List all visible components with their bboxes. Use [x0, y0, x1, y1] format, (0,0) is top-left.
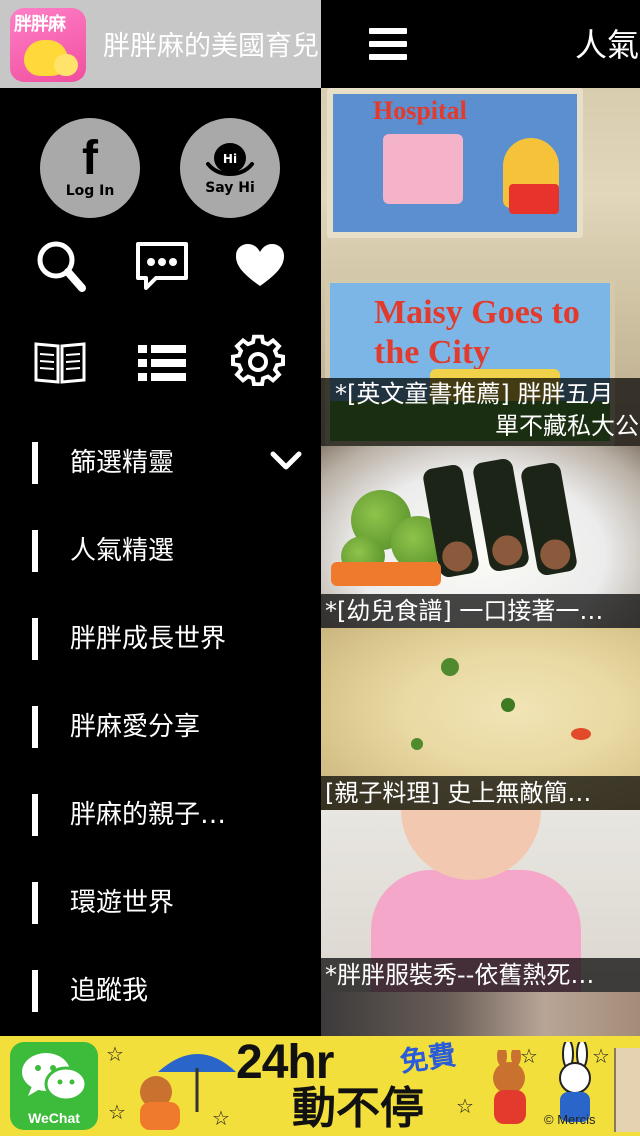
star-icon: ☆	[108, 1100, 126, 1124]
nav-item-bar	[32, 882, 38, 924]
wechat-label: WeChat	[28, 1110, 80, 1126]
chat-bubble-icon	[136, 242, 188, 290]
nav-item-bar	[32, 530, 38, 572]
wechat-icon	[22, 1053, 88, 1102]
say-hi-label: Say Hi	[205, 180, 255, 196]
menu-line	[369, 41, 407, 47]
nav-item-sharing[interactable]: 胖麻愛分享	[32, 704, 321, 752]
ad-subline: 動不停	[292, 1083, 424, 1134]
app-logo: 胖胖麻	[10, 8, 86, 82]
search-icon	[37, 241, 86, 292]
nav-item-bar	[32, 794, 38, 836]
book-title: Maisy Goes to the City	[374, 293, 580, 373]
bear-icon	[493, 1050, 526, 1124]
nav-item-label: 胖麻的親子…	[70, 800, 227, 830]
article-caption: *胖胖服裝秀--依舊熱死…	[321, 958, 640, 992]
articles-button[interactable]	[30, 332, 90, 392]
settings-button[interactable]	[228, 332, 288, 392]
star-icon: ☆	[212, 1106, 230, 1130]
ad-side-strip	[614, 1048, 640, 1132]
nav-item-label: 胖胖成長世界	[70, 624, 227, 654]
book-title-line: the City	[374, 334, 491, 371]
article-card[interactable]: *胖胖服裝秀--依舊熱死…	[321, 810, 640, 992]
book-cover-hospital: Hospital	[327, 88, 583, 238]
article-card[interactable]: Hospital Maisy Goes to the City *[英文童書推薦…	[321, 88, 640, 446]
article-caption: *[英文童書推薦] 胖胖五月 單不藏私大公	[321, 378, 640, 446]
say-hi-badge: Hi	[223, 152, 237, 166]
ad-headline: 24hr	[236, 1036, 334, 1089]
nav-item-travel[interactable]: 環遊世界	[32, 880, 321, 928]
book-art	[509, 184, 559, 214]
drawer-header: 胖胖麻 胖胖麻的美國育兒	[0, 0, 321, 88]
nav-item-growth-world[interactable]: 胖胖成長世界	[32, 616, 321, 664]
login-label: Log In	[65, 183, 115, 199]
facebook-icon: f	[82, 132, 98, 185]
search-button[interactable]	[32, 236, 92, 296]
nav-item-bar	[32, 618, 38, 660]
nav-item-label: 胖麻愛分享	[70, 712, 201, 742]
nav-item-bar	[32, 970, 38, 1012]
food-art	[571, 728, 591, 740]
article-caption: [親子料理] 史上無敵簡…	[321, 776, 640, 810]
main-content: 人氣 Hospital Maisy Goes to the City *[英文童…	[321, 0, 640, 1036]
say-hi-button[interactable]: Hi Say Hi	[180, 118, 280, 218]
nav-item-parenting[interactable]: 胖麻的親子…	[32, 792, 321, 840]
nav-item-label: 篩選精靈	[70, 448, 175, 478]
article-caption: *[幼兒食譜] 一口接著一…	[321, 594, 640, 628]
nav-item-bar	[32, 706, 38, 748]
nav-item-label: 環遊世界	[70, 888, 175, 918]
nav-item-label: 人氣精選	[70, 536, 175, 566]
gear-icon	[231, 334, 285, 387]
heart-icon	[236, 244, 284, 286]
caption-line: *[英文童書推薦] 胖胖五月	[335, 380, 614, 408]
star-icon: ☆	[106, 1042, 124, 1066]
food-art	[501, 698, 515, 712]
app-title: 胖胖麻的美國育兒	[103, 31, 319, 62]
app-logo-text: 胖胖麻	[14, 14, 66, 35]
menu-line	[369, 54, 407, 60]
menu-line	[369, 28, 407, 34]
ad-banner[interactable]: WeChat ☆ ☆ ☆ ☆ ☆ ☆ 24hr 動不停 免費 © Mercis	[0, 1036, 640, 1136]
nav-item-follow[interactable]: 追蹤我	[32, 968, 321, 1016]
ad-copyright: © Mercis	[544, 1112, 596, 1127]
nav-item-label: 追蹤我	[70, 976, 149, 1006]
duck-icon	[54, 54, 78, 76]
food-art	[411, 738, 423, 750]
caption-line: 單不藏私大公	[495, 412, 639, 440]
star-icon: ☆	[456, 1094, 474, 1118]
article-card[interactable]: [親子料理] 史上無敵簡…	[321, 628, 640, 810]
wechat-logo: WeChat	[10, 1042, 98, 1130]
side-drawer: 胖胖麻 胖胖麻的美國育兒 f Log In Hi Say Hi 篩選精靈 人氣精…	[0, 0, 321, 1036]
book-icon	[34, 342, 86, 384]
main-header: 人氣	[321, 0, 640, 88]
book-title-line: Maisy Goes to	[374, 294, 580, 331]
favorites-button[interactable]	[230, 236, 290, 296]
food-art	[441, 658, 459, 676]
comments-button[interactable]	[132, 236, 192, 296]
food-art	[331, 562, 441, 586]
list-view-button[interactable]	[132, 332, 192, 392]
main-title: 人氣	[575, 26, 640, 64]
book-title: Hospital	[373, 96, 467, 125]
nav-item-bar	[32, 442, 38, 484]
book-art	[383, 134, 463, 204]
article-thumbnail	[321, 992, 640, 1036]
nav-item-filter-wizard[interactable]: 篩選精靈	[32, 440, 321, 488]
article-card[interactable]	[321, 992, 640, 1036]
chevron-down-icon[interactable]	[270, 448, 302, 474]
article-card[interactable]: *[幼兒食譜] 一口接著一…	[321, 446, 640, 628]
ad-free-badge: 免費	[397, 1038, 458, 1079]
say-hi-icon: Hi	[206, 143, 254, 177]
facebook-login-button[interactable]: f Log In	[40, 118, 140, 218]
hamburger-menu-button[interactable]	[361, 22, 415, 66]
nav-item-popular[interactable]: 人氣精選	[32, 528, 321, 576]
list-icon	[138, 345, 186, 381]
